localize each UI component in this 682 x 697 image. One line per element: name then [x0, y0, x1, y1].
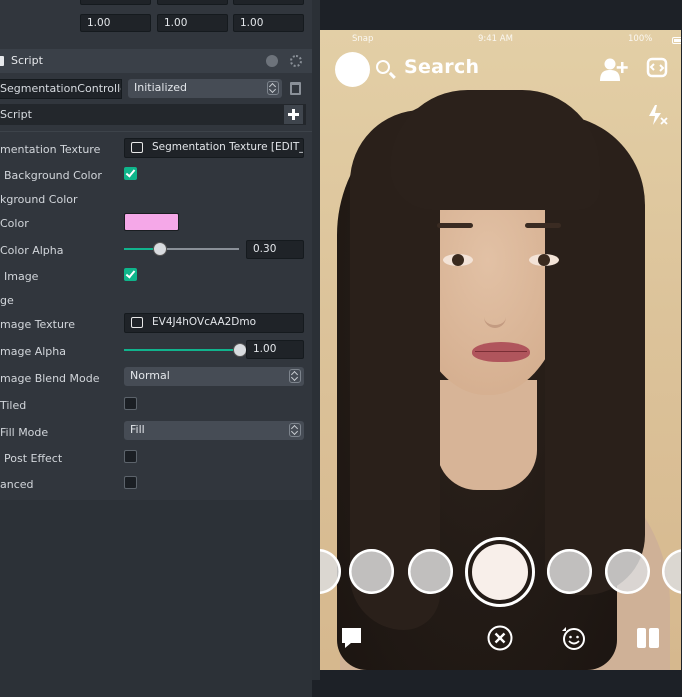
tiled-checkbox[interactable] [124, 397, 137, 410]
fill-mode-label: Fill Mode [0, 426, 49, 439]
script-state-dropdown[interactable]: Initialized [128, 79, 282, 98]
scale-x-field[interactable]: 1.00 [80, 14, 151, 32]
scale-y-field[interactable]: 1.00 [157, 14, 228, 32]
flip-camera-icon[interactable] [646, 54, 668, 80]
status-battery-text: 100% [628, 34, 653, 44]
transform-row-top [0, 0, 312, 11]
inspector-bottom-area [0, 500, 312, 697]
advanced-label: anced [0, 478, 34, 491]
chevron-updown-icon [289, 369, 301, 383]
preview-left-brow [437, 223, 473, 228]
image-icon [131, 317, 143, 328]
close-icon[interactable] [487, 625, 513, 651]
script-sub-header: Script [0, 104, 306, 125]
lens-carousel-item[interactable] [349, 549, 394, 594]
search-icon[interactable] [376, 60, 390, 74]
script-state-value: Initialized [134, 81, 188, 94]
panel-splitter[interactable] [312, 0, 320, 697]
image-blend-mode-value: Normal [130, 369, 170, 382]
segmentation-texture-field[interactable]: Segmentation Texture [EDIT_ME] [124, 138, 304, 158]
status-carrier: Snap [352, 34, 374, 44]
texture-icon [131, 142, 143, 153]
lens-carousel-item[interactable] [408, 549, 453, 594]
preview-nose [484, 280, 506, 328]
profile-bitmoji-button[interactable] [335, 52, 370, 87]
image-texture-value: EV4J4hOVcAA2Dmo [152, 316, 257, 328]
color-swatch[interactable] [124, 213, 179, 231]
component-title: Script [11, 54, 43, 67]
scale-x-value: 1.00 [87, 17, 111, 29]
field-z-top[interactable] [233, 0, 304, 5]
image-blend-mode-dropdown[interactable]: Normal [124, 367, 304, 386]
add-icon[interactable] [284, 105, 303, 124]
preview-left-eye [443, 254, 473, 266]
image-alpha-label: mage Alpha [0, 345, 66, 358]
color-label: Color [0, 217, 29, 230]
chevron-updown-icon [267, 81, 279, 95]
advanced-checkbox[interactable] [124, 476, 137, 489]
stories-icon[interactable] [635, 625, 661, 651]
script-asset-name: SegmentationController [0, 82, 122, 95]
image-alpha-slider-thumb[interactable] [233, 343, 247, 357]
script-sub-label: Script [0, 108, 32, 121]
color-alpha-value: 0.30 [253, 243, 277, 255]
script-asset-field[interactable]: SegmentationController [0, 79, 122, 99]
preview-right-eye [529, 254, 559, 266]
battery-icon [672, 37, 681, 44]
color-alpha-slider[interactable] [124, 242, 239, 256]
lens-preview[interactable]: Snap 9:41 AM 100% Search [320, 30, 681, 670]
emoji-timer-icon[interactable] [560, 625, 586, 651]
tiled-label: Tiled [0, 399, 27, 412]
transform-scale-row: 1.00 1.00 1.00 [0, 14, 312, 38]
fill-mode-dropdown[interactable]: Fill [124, 421, 304, 440]
field-x-top[interactable] [80, 0, 151, 5]
image-alpha-value: 1.00 [253, 343, 277, 355]
color-alpha-label: Color Alpha [0, 244, 64, 257]
scale-z-value: 1.00 [240, 17, 264, 29]
lens-carousel-item[interactable] [547, 549, 592, 594]
divider [0, 131, 312, 132]
segmentation-texture-label: mentation Texture [0, 143, 101, 156]
scale-z-field[interactable]: 1.00 [233, 14, 304, 32]
color-alpha-slider-thumb[interactable] [152, 242, 167, 256]
preview-bottom-gap [312, 680, 682, 697]
inspector-panel: 1.00 1.00 1.00 Script SegmentationContro… [0, 0, 312, 697]
image-texture-field[interactable]: EV4J4hOVcAA2Dmo [124, 313, 304, 333]
image-alpha-slider[interactable] [124, 343, 247, 357]
gear-icon[interactable] [290, 55, 302, 67]
chat-icon[interactable] [339, 625, 365, 651]
add-friend-icon[interactable] [600, 57, 628, 81]
preview-subject-hair-top [390, 90, 600, 210]
preview-subject-neck [437, 380, 537, 490]
chevron-updown-icon [289, 423, 301, 437]
fill-mode-value: Fill [130, 423, 145, 436]
status-time: 9:41 AM [478, 34, 513, 44]
trash-icon[interactable] [290, 82, 301, 95]
component-enabled-check-icon[interactable] [266, 55, 278, 67]
image-blend-mode-label: mage Blend Mode [0, 372, 100, 385]
capture-button[interactable] [465, 537, 535, 607]
lens-carousel-item[interactable] [605, 549, 650, 594]
scale-y-value: 1.00 [164, 17, 188, 29]
image-label: Image [4, 270, 39, 283]
background-color-section-label: kground Color [0, 193, 78, 206]
search-label[interactable]: Search [404, 56, 479, 78]
post-effect-label: Post Effect [4, 452, 63, 465]
post-effect-checkbox[interactable] [124, 450, 137, 463]
flash-off-icon[interactable] [645, 103, 669, 127]
image-section-label: ge [0, 294, 14, 307]
script-component-icon [0, 56, 4, 66]
preview-lips [472, 342, 530, 362]
image-alpha-field[interactable]: 1.00 [246, 340, 304, 359]
background-color-checkbox[interactable] [124, 167, 137, 180]
image-alpha-slider-fill [124, 349, 239, 351]
preview-right-brow [525, 223, 561, 228]
background-color-label: Background Color [4, 169, 102, 182]
script-component-header[interactable]: Script [0, 49, 312, 73]
field-y-top[interactable] [157, 0, 228, 5]
segmentation-texture-value: Segmentation Texture [EDIT_ME] [152, 141, 304, 153]
color-alpha-field[interactable]: 0.30 [246, 240, 304, 259]
image-checkbox[interactable] [124, 268, 137, 281]
image-texture-label: mage Texture [0, 318, 75, 331]
